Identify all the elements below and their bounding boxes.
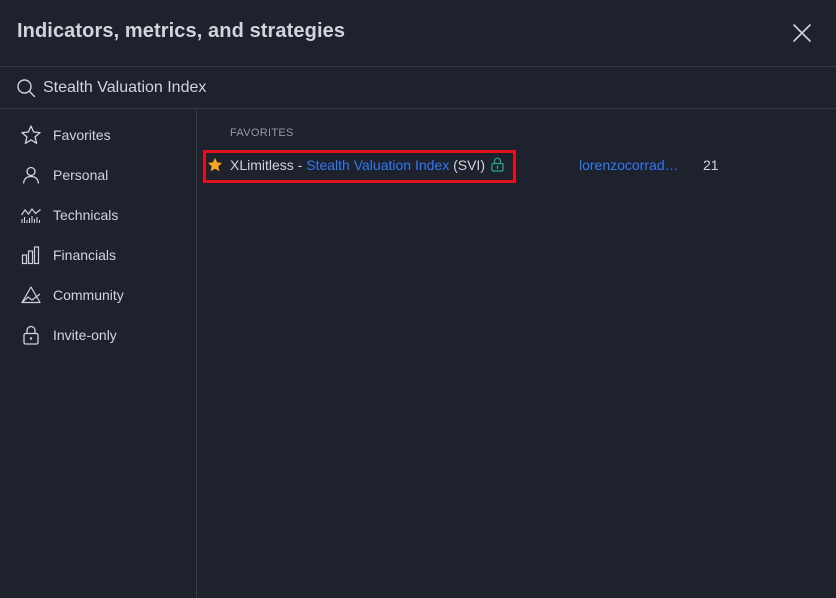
sidebar-item-label: Invite-only: [53, 327, 117, 343]
dialog-header: Indicators, metrics, and strategies: [0, 0, 836, 67]
result-prefix: XLimitless: [230, 157, 294, 173]
result-title[interactable]: XLimitless - Stealth Valuation Index (SV…: [230, 157, 504, 173]
sidebar-item-financials[interactable]: Financials: [0, 235, 196, 275]
category-sidebar: Favorites Personal Technicals Financials: [0, 109, 197, 598]
person-icon: [22, 166, 40, 184]
likes-count: 21: [703, 157, 719, 173]
sidebar-item-label: Personal: [53, 167, 109, 183]
star-filled-icon[interactable]: [207, 157, 223, 173]
dialog-title: Indicators, metrics, and strategies: [17, 20, 346, 42]
community-icon: [21, 286, 41, 304]
sidebar-item-invite-only[interactable]: Invite-only: [0, 315, 196, 355]
section-title: FAVORITES: [230, 127, 294, 139]
bar-chart-icon: [21, 246, 40, 265]
technicals-chart-icon: [21, 207, 41, 223]
sidebar-item-label: Community: [53, 287, 124, 303]
indicators-dialog: Indicators, metrics, and strategies Favo…: [0, 0, 836, 598]
indicator-name-link[interactable]: Stealth Valuation Index: [306, 157, 449, 173]
sidebar-item-label: Favorites: [53, 127, 111, 143]
sidebar-item-community[interactable]: Community: [0, 275, 196, 315]
result-row[interactable]: XLimitless - Stealth Valuation Index (SV…: [197, 150, 836, 183]
sidebar-item-label: Technicals: [53, 207, 119, 223]
invite-only-lock-icon: [491, 157, 504, 172]
close-button[interactable]: [790, 21, 814, 45]
search-input[interactable]: [43, 75, 803, 101]
lock-icon: [23, 325, 39, 345]
star-outline-icon: [21, 125, 41, 144]
sidebar-item-favorites[interactable]: Favorites: [0, 115, 196, 155]
sidebar-item-technicals[interactable]: Technicals: [0, 195, 196, 235]
sidebar-item-label: Financials: [53, 247, 117, 263]
author-link[interactable]: lorenzocorrad…: [579, 157, 679, 173]
close-icon: [793, 24, 811, 42]
search-bar: [0, 67, 836, 109]
results-panel: FAVORITES XLimitless - Stealth Valuation…: [197, 109, 836, 598]
result-separator: -: [293, 157, 307, 173]
indicator-abbreviation: (SVI): [449, 157, 485, 173]
sidebar-item-personal[interactable]: Personal: [0, 155, 196, 195]
search-icon: [17, 79, 36, 98]
